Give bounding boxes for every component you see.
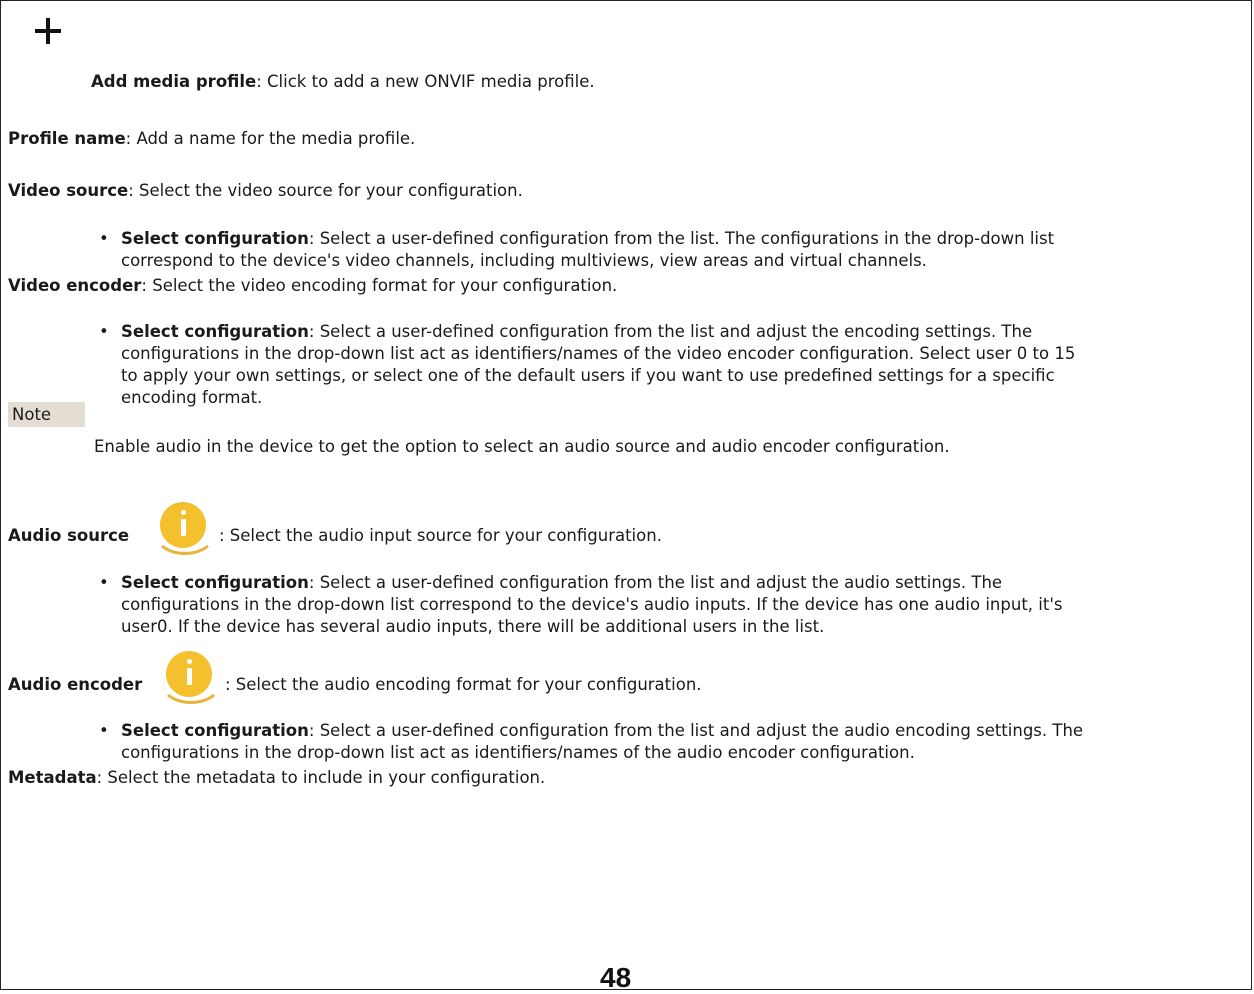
bullet-dot: • bbox=[99, 229, 109, 248]
note-text: Enable audio in the device to get the op… bbox=[94, 437, 950, 456]
info-icon bbox=[153, 502, 217, 555]
video-encoder-bullet: • Select configuration: Select a user-de… bbox=[99, 322, 1076, 407]
bullet-dot: • bbox=[99, 721, 109, 740]
video-source-bullet: • Select configuration: Select a user-de… bbox=[99, 229, 1055, 270]
note-badge: Note bbox=[8, 402, 85, 427]
metadata-line: Metadata: Select the metadata to include… bbox=[8, 768, 546, 787]
add-media-profile-line: Add media profile: Click to add a new ON… bbox=[91, 72, 595, 91]
audio-encoder-text: : Select the audio encoding format for y… bbox=[225, 675, 702, 694]
bullet-dot: • bbox=[99, 322, 109, 341]
audio-source-text: : Select the audio input source for your… bbox=[219, 526, 662, 545]
audio-encoder-label: Audio encoder bbox=[8, 675, 143, 694]
plus-icon[interactable] bbox=[35, 18, 61, 44]
profile-name-line: Profile name: Add a name for the media p… bbox=[8, 129, 416, 148]
audio-source-bullet: • Select configuration: Select a user-de… bbox=[99, 573, 1063, 636]
video-source-line: Video source: Select the video source fo… bbox=[8, 181, 523, 200]
video-encoder-line: Video encoder: Select the video encoding… bbox=[8, 276, 618, 295]
audio-encoder-bullet: • Select configuration: Select a user-de… bbox=[99, 721, 1084, 762]
audio-source-label: Audio source bbox=[8, 526, 130, 545]
bullet-dot: • bbox=[99, 573, 109, 592]
info-icon bbox=[159, 651, 223, 704]
page-number: 48 bbox=[600, 962, 632, 993]
